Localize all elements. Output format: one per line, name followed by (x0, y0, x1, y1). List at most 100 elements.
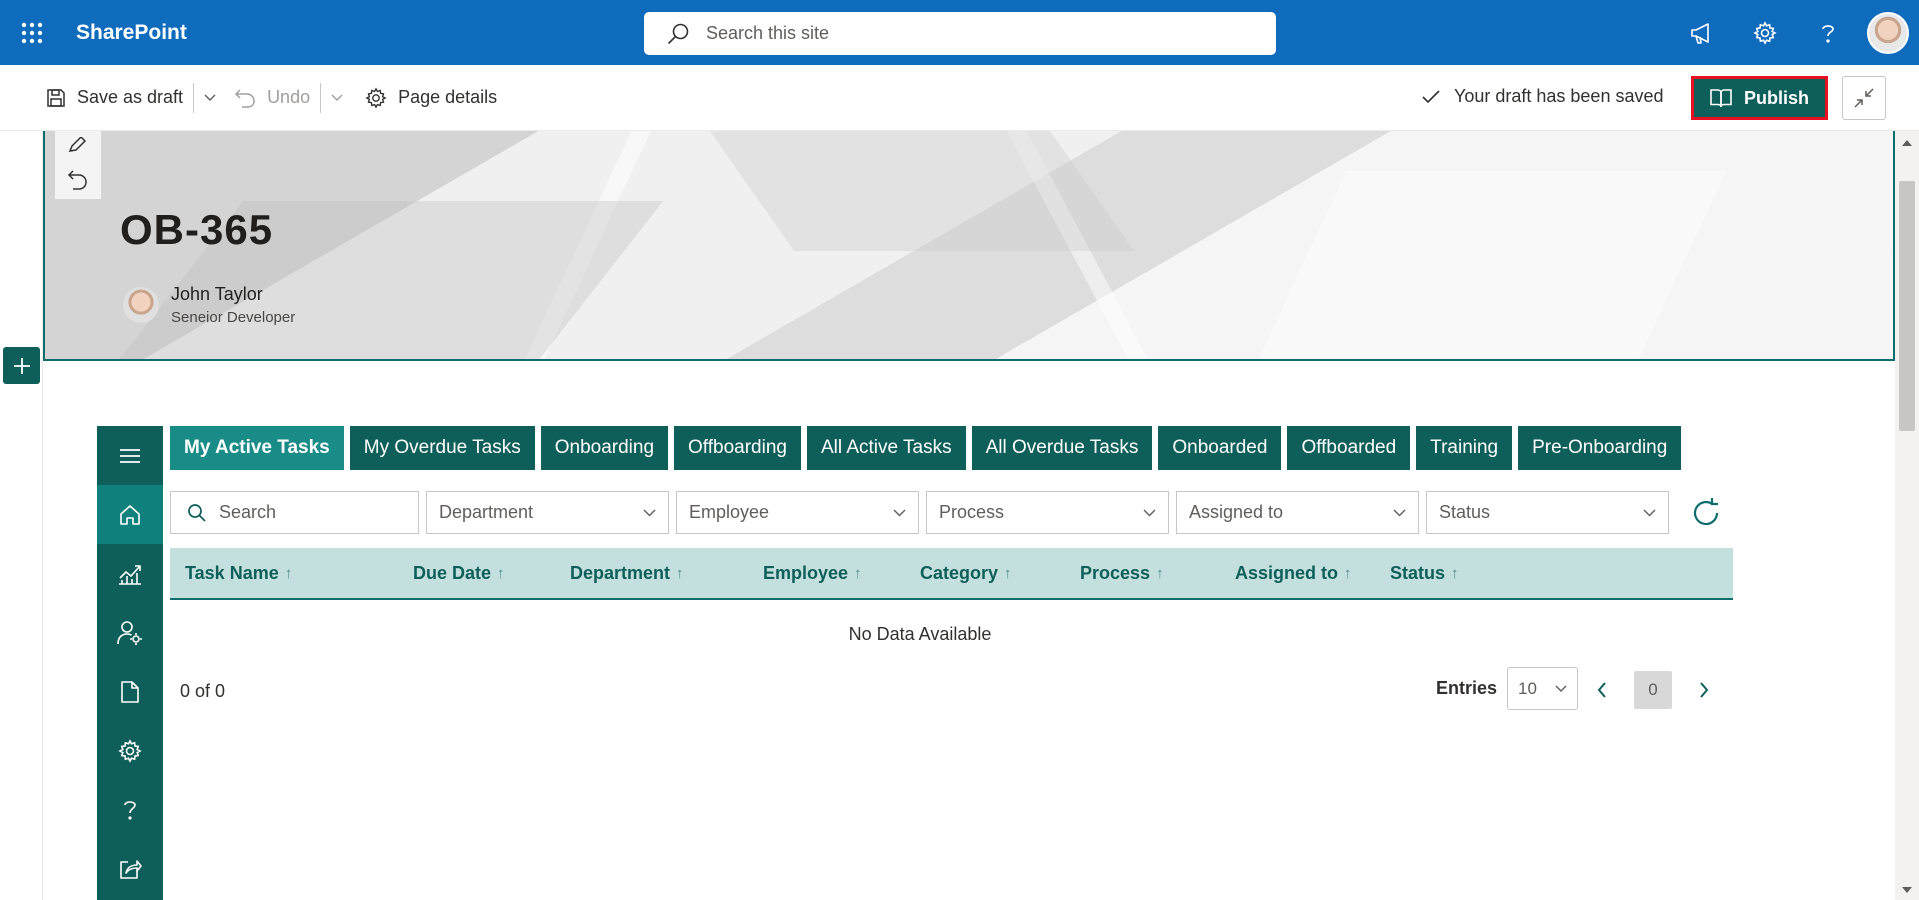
page-details-label: Page details (398, 87, 498, 107)
sort-arrow-icon: ↑ (1344, 564, 1352, 582)
help-icon[interactable] (97, 780, 163, 839)
scrollbar-thumb[interactable] (1899, 181, 1915, 431)
chevron-down-icon (893, 509, 906, 516)
reset-icon[interactable] (67, 169, 89, 191)
document-icon[interactable] (97, 662, 163, 721)
tab-pre-onboarding[interactable]: Pre-Onboarding (1518, 426, 1682, 470)
page-title[interactable]: OB-365 (120, 206, 273, 254)
tab-my-overdue-tasks[interactable]: My Overdue Tasks (349, 426, 535, 470)
column-header-label: Status (1390, 562, 1446, 583)
column-header-assigned-to[interactable]: Assigned to ↑ (1235, 548, 1352, 598)
column-header-due-date[interactable]: Due Date ↑ (413, 548, 505, 598)
undo-button[interactable]: Undo (234, 78, 310, 118)
next-page-icon[interactable] (1692, 672, 1716, 708)
entries-select[interactable]: 10 (1507, 667, 1579, 710)
publish-button[interactable]: Publish (1694, 79, 1825, 117)
save-as-draft-button[interactable]: Save as draft (46, 78, 183, 118)
edit-pencil-icon[interactable] (68, 137, 88, 153)
task-search-box[interactable] (170, 491, 419, 534)
help-icon[interactable] (1796, 0, 1859, 65)
undo-icon (235, 88, 255, 108)
page-details-button[interactable]: Page details (365, 78, 497, 118)
task-tabs: My Active Tasks My Overdue Tasks Onboardin… (170, 426, 1682, 470)
column-header-task-name[interactable]: Task Name ↑ (185, 548, 292, 598)
app-title[interactable]: SharePoint (76, 21, 187, 45)
task-search-input[interactable] (219, 502, 409, 523)
column-header-label: Process (1080, 562, 1151, 583)
settings-icon[interactable] (97, 721, 163, 780)
sort-arrow-icon: ↑ (1004, 564, 1012, 582)
column-header-department[interactable]: Department ↑ (570, 548, 684, 598)
refresh-icon[interactable] (1686, 493, 1726, 533)
add-section-button[interactable] (3, 347, 40, 384)
undo-options-chevron-icon[interactable] (331, 94, 343, 102)
save-options-chevron-icon[interactable] (204, 94, 216, 102)
publish-label: Publish (1743, 87, 1809, 108)
column-header-label: Department (570, 562, 671, 583)
book-icon (1710, 89, 1732, 108)
share-icon[interactable] (97, 839, 163, 898)
department-filter-dropdown[interactable]: Department (426, 491, 669, 534)
current-page[interactable]: 0 (1634, 671, 1672, 709)
column-header-label: Task Name (185, 562, 279, 583)
search-icon (666, 22, 690, 46)
checkmark-icon (1422, 89, 1440, 103)
previous-page-icon[interactable] (1590, 672, 1614, 708)
user-avatar[interactable] (1867, 11, 1909, 54)
tab-offboarding[interactable]: Offboarding (674, 426, 801, 470)
save-status-text: Your draft has been saved (1454, 86, 1664, 106)
settings-gear-icon[interactable] (1733, 0, 1796, 65)
settings-icon (365, 86, 387, 109)
chevron-down-icon (643, 509, 656, 516)
sort-arrow-icon: ↑ (1451, 564, 1459, 582)
save-status: Your draft has been saved (1422, 86, 1664, 107)
tab-onboarding[interactable]: Onboarding (540, 426, 669, 470)
pagination: 0 (1590, 671, 1716, 709)
assigned-to-filter-dropdown[interactable]: Assigned to (1176, 491, 1419, 534)
sort-arrow-icon: ↑ (676, 564, 684, 582)
scroll-up-arrow-icon[interactable] (1901, 139, 1913, 147)
column-header-process[interactable]: Process ↑ (1080, 548, 1164, 598)
record-count: 0 of 0 (180, 681, 226, 701)
collapse-icon[interactable] (1842, 76, 1886, 120)
tab-offboarded[interactable]: Offboarded (1287, 426, 1411, 470)
process-filter-dropdown[interactable]: Process (926, 491, 1169, 534)
sort-arrow-icon: ↑ (854, 564, 862, 582)
sort-arrow-icon: ↑ (497, 564, 505, 582)
edit-rail (0, 131, 43, 900)
feedback-megaphone-icon[interactable] (1670, 0, 1733, 65)
department-filter-label: Department (439, 502, 534, 522)
analytics-icon[interactable] (97, 544, 163, 603)
author-name: John Taylor (171, 284, 263, 304)
webpart-sidebar (97, 426, 163, 900)
home-icon[interactable] (97, 485, 163, 544)
tab-my-active-tasks[interactable]: My Active Tasks (170, 426, 344, 470)
app-launcher-icon[interactable] (0, 0, 64, 65)
page-title-area[interactable]: OB-365 John Taylor Seneior Developer (43, 131, 1895, 361)
user-settings-icon[interactable] (97, 603, 163, 662)
save-as-draft-label: Save as draft (77, 87, 184, 107)
empty-table-message: No Data Available (848, 624, 992, 644)
column-header-label: Due Date (413, 562, 492, 583)
column-header-status[interactable]: Status ↑ (1390, 548, 1459, 598)
undo-label: Undo (267, 87, 311, 107)
tab-training[interactable]: Training (1416, 426, 1513, 470)
site-search-input[interactable] (706, 23, 1246, 44)
menu-icon[interactable] (97, 426, 163, 485)
vertical-scrollbar[interactable] (1895, 131, 1919, 900)
tab-onboarded[interactable]: Onboarded (1158, 426, 1282, 470)
tab-all-overdue-tasks[interactable]: All Overdue Tasks (971, 426, 1153, 470)
publish-highlight: Publish (1691, 76, 1828, 120)
process-filter-label: Process (939, 502, 1005, 522)
column-header-label: Assigned to (1235, 562, 1339, 583)
save-icon (47, 88, 65, 107)
employee-filter-dropdown[interactable]: Employee (676, 491, 919, 534)
chevron-down-icon (1555, 685, 1567, 692)
column-header-employee[interactable]: Employee ↑ (763, 548, 862, 598)
status-filter-dropdown[interactable]: Status (1426, 491, 1669, 534)
site-search-box[interactable] (644, 12, 1276, 55)
employee-filter-label: Employee (689, 502, 770, 522)
scroll-down-arrow-icon[interactable] (1901, 886, 1913, 894)
column-header-category[interactable]: Category ↑ (920, 548, 1012, 598)
tab-all-active-tasks[interactable]: All Active Tasks (806, 426, 966, 470)
